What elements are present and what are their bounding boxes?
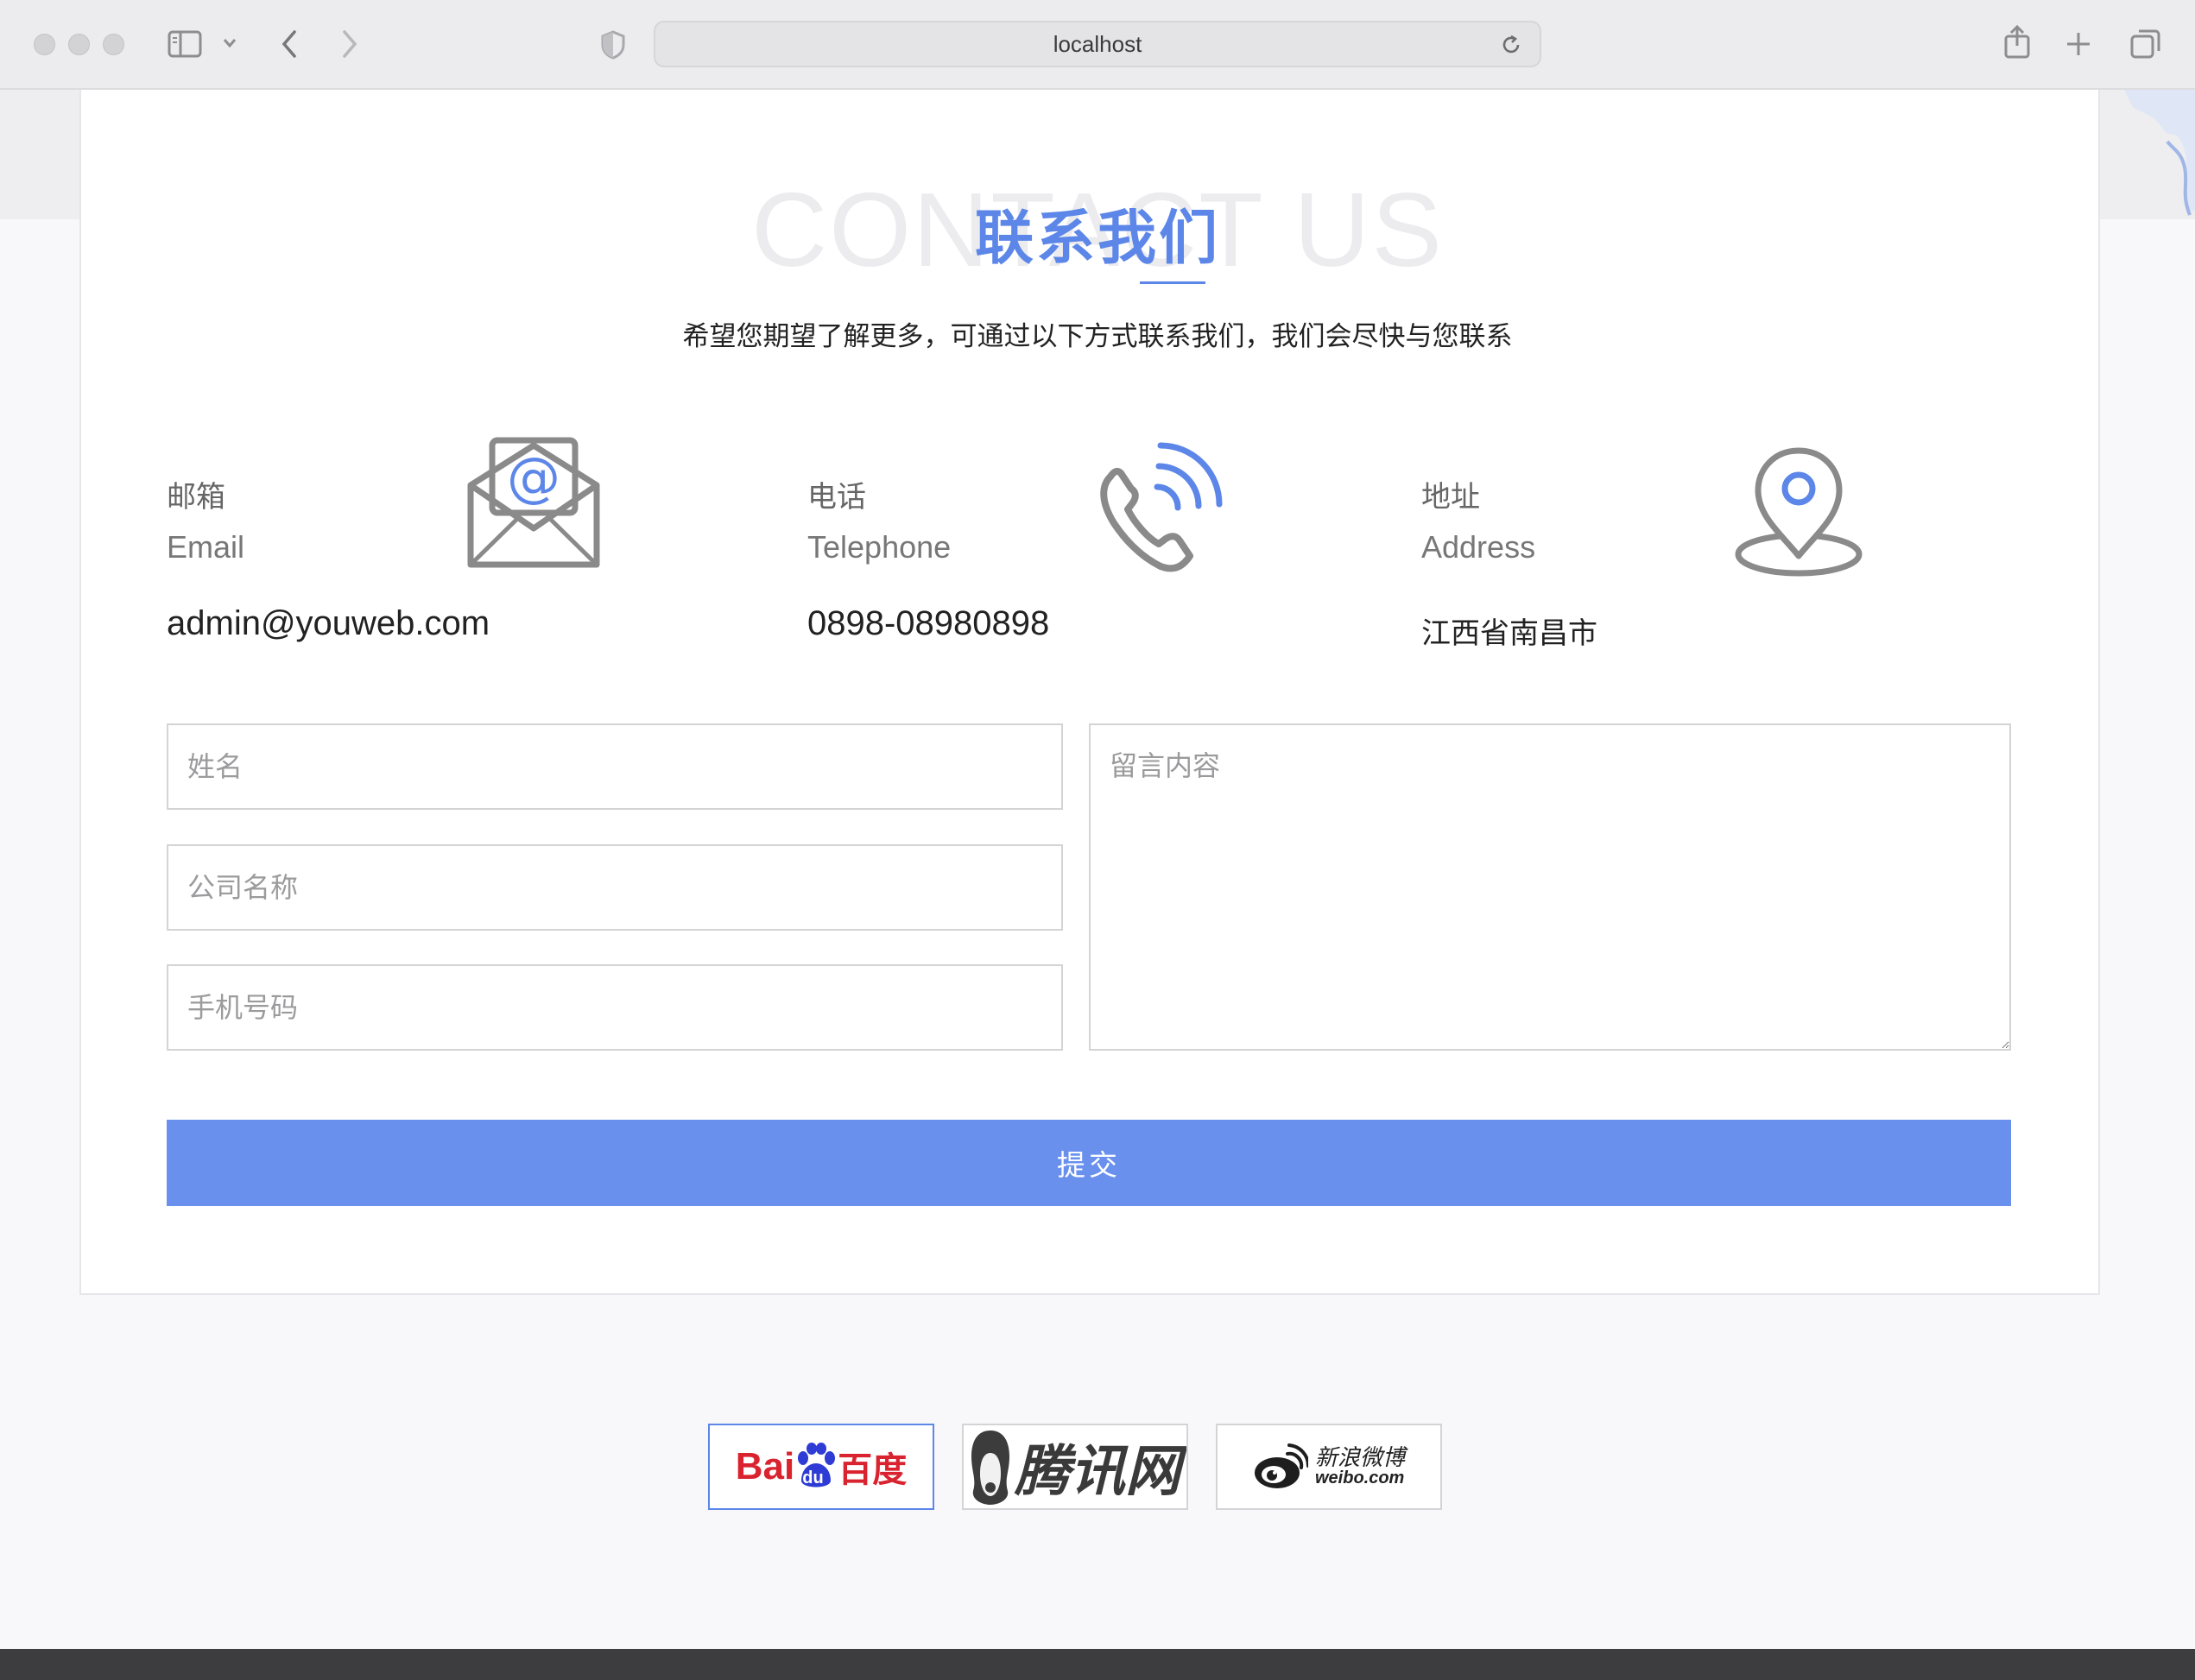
reload-icon[interactable] bbox=[1500, 34, 1522, 56]
weibo-logo: 新浪微博 weibo.com bbox=[1253, 1443, 1405, 1490]
submit-button[interactable]: 提交 bbox=[167, 1120, 2011, 1206]
name-input[interactable] bbox=[167, 723, 1063, 810]
tencent-logo-text: 腾讯网 bbox=[1015, 1440, 1180, 1504]
weibo-logo-text-b: weibo.com bbox=[1314, 1468, 1405, 1487]
partner-link-baidu[interactable]: Bai du 百度 bbox=[708, 1424, 934, 1510]
location-pin-icon bbox=[1735, 447, 1863, 577]
privacy-shield-icon[interactable] bbox=[599, 29, 627, 60]
email-label-zh: 邮箱 bbox=[167, 481, 225, 514]
telephone-label-en: Telephone bbox=[807, 529, 952, 565]
email-label-en: Email bbox=[167, 529, 245, 565]
telephone-info: 电话 Telephone 0898-08980898 bbox=[807, 473, 1049, 642]
forward-arrow-icon[interactable] bbox=[339, 28, 360, 60]
address-label-en: Address bbox=[1421, 529, 1536, 565]
browser-toolbar: localhost bbox=[0, 0, 2195, 90]
telephone-label-zh: 电话 bbox=[807, 481, 866, 514]
url-text: localhost bbox=[1053, 30, 1142, 57]
paw-icon: du bbox=[794, 1443, 838, 1491]
address-value: 江西省南昌市 bbox=[1421, 617, 1597, 650]
baidu-logo-text-c: 百度 bbox=[838, 1450, 908, 1490]
weibo-eye-icon bbox=[1254, 1443, 1308, 1488]
email-envelope-icon: @ bbox=[467, 437, 600, 568]
tencent-logo: 腾讯网 bbox=[970, 1427, 1180, 1506]
page-title: 联系我们 bbox=[974, 205, 1220, 271]
partner-link-tencent[interactable]: 腾讯网 bbox=[962, 1424, 1188, 1510]
qq-penguin-icon bbox=[971, 1431, 1009, 1505]
address-bar[interactable]: localhost bbox=[654, 21, 1541, 67]
close-window-button[interactable] bbox=[34, 34, 55, 55]
baidu-logo-text-a: Bai bbox=[735, 1445, 795, 1487]
sidebar-toggle-icon[interactable] bbox=[168, 29, 204, 59]
page-subtitle: 希望您期望了解更多，可通过以下方式联系我们，我们会尽快与您联系 bbox=[682, 321, 1513, 351]
message-textarea[interactable] bbox=[1089, 723, 2011, 1051]
phone-input[interactable] bbox=[167, 964, 1063, 1051]
address-info: 地址 Address 江西省南昌市 bbox=[1421, 473, 1597, 650]
weibo-logo-text-a: 新浪微博 bbox=[1314, 1445, 1405, 1471]
email-info: 邮箱 Email admin@youweb.com bbox=[167, 473, 490, 642]
chevron-down-icon[interactable] bbox=[222, 37, 237, 49]
baidu-logo: Bai du 百度 bbox=[730, 1442, 913, 1492]
tab-overview-icon[interactable] bbox=[2129, 28, 2162, 60]
company-input[interactable] bbox=[167, 844, 1063, 931]
address-label-zh: 地址 bbox=[1421, 481, 1480, 514]
email-value[interactable]: admin@youweb.com bbox=[167, 604, 490, 643]
new-tab-icon[interactable] bbox=[2065, 30, 2092, 58]
baidu-logo-text-b: du bbox=[802, 1468, 824, 1487]
footer-bar bbox=[0, 1649, 2195, 1680]
share-icon[interactable] bbox=[2002, 24, 2032, 60]
phone-icon bbox=[1100, 442, 1223, 572]
title-underline bbox=[1140, 281, 1205, 284]
minimize-window-button[interactable] bbox=[68, 34, 90, 55]
zoom-window-button[interactable] bbox=[103, 34, 124, 55]
back-arrow-icon[interactable] bbox=[279, 28, 300, 60]
telephone-value[interactable]: 0898-08980898 bbox=[807, 604, 1049, 643]
partner-link-weibo[interactable]: 新浪微博 weibo.com bbox=[1216, 1424, 1442, 1510]
